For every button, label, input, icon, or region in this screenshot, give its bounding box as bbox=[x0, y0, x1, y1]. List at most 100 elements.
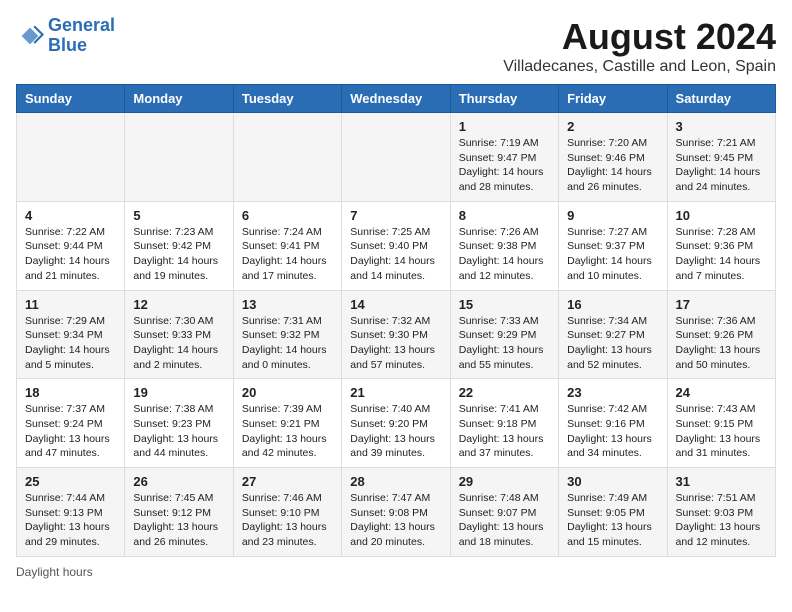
day-cell: 15 Sunrise: 7:33 AM Sunset: 9:29 PM Dayli… bbox=[450, 290, 558, 379]
day-cell: 1 Sunrise: 7:19 AM Sunset: 9:47 PM Daylig… bbox=[450, 113, 558, 202]
day-number: 14 bbox=[350, 297, 441, 312]
day-number: 30 bbox=[567, 474, 658, 489]
day-info: Sunrise: 7:27 AM Sunset: 9:37 PM Dayligh… bbox=[567, 225, 658, 284]
day-cell: 27Sunrise: 7:46 AM Sunset: 9:10 PM Dayli… bbox=[233, 468, 341, 557]
day-info: Sunrise: 7:28 AM Sunset: 9:36 PM Dayligh… bbox=[676, 225, 767, 284]
day-cell: 11 Sunrise: 7:29 AM Sunset: 9:34 PM Dayli… bbox=[17, 290, 125, 379]
location: Villadecanes, Castille and Leon, Spain bbox=[503, 58, 776, 76]
day-info: Sunrise: 7:39 AM Sunset: 9:21 PM Dayligh… bbox=[242, 402, 333, 461]
day-cell bbox=[125, 113, 233, 202]
day-number: 10 bbox=[676, 208, 767, 223]
header-row: SundayMondayTuesdayWednesdayThursdayFrid… bbox=[17, 85, 776, 113]
day-info: Sunrise: 7:22 AM Sunset: 9:44 PM Dayligh… bbox=[25, 225, 116, 284]
logo: GeneralBlue bbox=[16, 16, 115, 56]
day-cell: 16 Sunrise: 7:34 AM Sunset: 9:27 PM Dayli… bbox=[559, 290, 667, 379]
day-info: Sunrise: 7:20 AM Sunset: 9:46 PM Dayligh… bbox=[567, 136, 658, 195]
day-info: Sunrise: 7:19 AM Sunset: 9:47 PM Dayligh… bbox=[459, 136, 550, 195]
day-cell: 10 Sunrise: 7:28 AM Sunset: 9:36 PM Dayli… bbox=[667, 201, 775, 290]
day-cell: 23 Sunrise: 7:42 AM Sunset: 9:16 PM Dayli… bbox=[559, 379, 667, 468]
title-area: August 2024 Villadecanes, Castille and L… bbox=[503, 16, 776, 76]
day-number: 24 bbox=[676, 385, 767, 400]
day-cell: 5 Sunrise: 7:23 AM Sunset: 9:42 PM Daylig… bbox=[125, 201, 233, 290]
day-info: Sunrise: 7:47 AM Sunset: 9:08 PM Dayligh… bbox=[350, 491, 441, 550]
day-cell: 28 Sunrise: 7:47 AM Sunset: 9:08 PM Dayli… bbox=[342, 468, 450, 557]
week-row-2: 4Sunrise: 7:22 AM Sunset: 9:44 PM Daylig… bbox=[17, 201, 776, 290]
day-info: Sunrise: 7:38 AM Sunset: 9:23 PM Dayligh… bbox=[133, 402, 224, 461]
day-info: Sunrise: 7:26 AM Sunset: 9:38 PM Dayligh… bbox=[459, 225, 550, 284]
day-cell: 21Sunrise: 7:40 AM Sunset: 9:20 PM Dayli… bbox=[342, 379, 450, 468]
day-info: Sunrise: 7:42 AM Sunset: 9:16 PM Dayligh… bbox=[567, 402, 658, 461]
day-info: Sunrise: 7:32 AM Sunset: 9:30 PM Dayligh… bbox=[350, 314, 441, 373]
day-info: Sunrise: 7:23 AM Sunset: 9:42 PM Dayligh… bbox=[133, 225, 224, 284]
day-number: 28 bbox=[350, 474, 441, 489]
column-header-saturday: Saturday bbox=[667, 85, 775, 113]
day-info: Sunrise: 7:44 AM Sunset: 9:13 PM Dayligh… bbox=[25, 491, 116, 550]
day-number: 7 bbox=[350, 208, 441, 223]
day-number: 23 bbox=[567, 385, 658, 400]
week-row-1: 1 Sunrise: 7:19 AM Sunset: 9:47 PM Daylig… bbox=[17, 113, 776, 202]
logo-icon bbox=[16, 22, 44, 50]
day-number: 1 bbox=[459, 119, 550, 134]
day-cell: 6Sunrise: 7:24 AM Sunset: 9:41 PM Daylig… bbox=[233, 201, 341, 290]
day-cell: 18Sunrise: 7:37 AM Sunset: 9:24 PM Dayli… bbox=[17, 379, 125, 468]
day-info: Sunrise: 7:46 AM Sunset: 9:10 PM Dayligh… bbox=[242, 491, 333, 550]
day-number: 5 bbox=[133, 208, 224, 223]
column-header-thursday: Thursday bbox=[450, 85, 558, 113]
daylight-label: Daylight hours bbox=[16, 565, 93, 579]
day-info: Sunrise: 7:29 AM Sunset: 9:34 PM Dayligh… bbox=[25, 314, 116, 373]
column-header-wednesday: Wednesday bbox=[342, 85, 450, 113]
day-cell: 3Sunrise: 7:21 AM Sunset: 9:45 PM Daylig… bbox=[667, 113, 775, 202]
day-cell: 4Sunrise: 7:22 AM Sunset: 9:44 PM Daylig… bbox=[17, 201, 125, 290]
day-cell: 14 Sunrise: 7:32 AM Sunset: 9:30 PM Dayli… bbox=[342, 290, 450, 379]
day-number: 12 bbox=[133, 297, 224, 312]
column-header-tuesday: Tuesday bbox=[233, 85, 341, 113]
day-info: Sunrise: 7:45 AM Sunset: 9:12 PM Dayligh… bbox=[133, 491, 224, 550]
day-number: 2 bbox=[567, 119, 658, 134]
day-cell: 29Sunrise: 7:48 AM Sunset: 9:07 PM Dayli… bbox=[450, 468, 558, 557]
header: GeneralBlue August 2024 Villadecanes, Ca… bbox=[16, 16, 776, 76]
day-cell: 26Sunrise: 7:45 AM Sunset: 9:12 PM Dayli… bbox=[125, 468, 233, 557]
day-number: 19 bbox=[133, 385, 224, 400]
day-number: 3 bbox=[676, 119, 767, 134]
column-header-monday: Monday bbox=[125, 85, 233, 113]
day-cell bbox=[233, 113, 341, 202]
day-cell: 8 Sunrise: 7:26 AM Sunset: 9:38 PM Daylig… bbox=[450, 201, 558, 290]
day-info: Sunrise: 7:40 AM Sunset: 9:20 PM Dayligh… bbox=[350, 402, 441, 461]
logo-blue: Blue bbox=[48, 35, 87, 55]
day-cell: 24 Sunrise: 7:43 AM Sunset: 9:15 PM Dayli… bbox=[667, 379, 775, 468]
day-number: 8 bbox=[459, 208, 550, 223]
footer: Daylight hours bbox=[16, 565, 776, 579]
day-cell: 12Sunrise: 7:30 AM Sunset: 9:33 PM Dayli… bbox=[125, 290, 233, 379]
day-number: 22 bbox=[459, 385, 550, 400]
day-cell: 20 Sunrise: 7:39 AM Sunset: 9:21 PM Dayli… bbox=[233, 379, 341, 468]
column-header-sunday: Sunday bbox=[17, 85, 125, 113]
day-number: 13 bbox=[242, 297, 333, 312]
day-number: 17 bbox=[676, 297, 767, 312]
day-cell: 13 Sunrise: 7:31 AM Sunset: 9:32 PM Dayli… bbox=[233, 290, 341, 379]
day-info: Sunrise: 7:34 AM Sunset: 9:27 PM Dayligh… bbox=[567, 314, 658, 373]
day-number: 11 bbox=[25, 297, 116, 312]
day-number: 20 bbox=[242, 385, 333, 400]
day-info: Sunrise: 7:43 AM Sunset: 9:15 PM Dayligh… bbox=[676, 402, 767, 461]
day-info: Sunrise: 7:33 AM Sunset: 9:29 PM Dayligh… bbox=[459, 314, 550, 373]
logo-general: General bbox=[48, 15, 115, 35]
day-number: 18 bbox=[25, 385, 116, 400]
day-cell: 30Sunrise: 7:49 AM Sunset: 9:05 PM Dayli… bbox=[559, 468, 667, 557]
day-cell: 22 Sunrise: 7:41 AM Sunset: 9:18 PM Dayli… bbox=[450, 379, 558, 468]
day-cell bbox=[342, 113, 450, 202]
page-container: GeneralBlue August 2024 Villadecanes, Ca… bbox=[16, 16, 776, 579]
day-cell: 7Sunrise: 7:25 AM Sunset: 9:40 PM Daylig… bbox=[342, 201, 450, 290]
day-info: Sunrise: 7:41 AM Sunset: 9:18 PM Dayligh… bbox=[459, 402, 550, 461]
day-number: 6 bbox=[242, 208, 333, 223]
day-cell: 2 Sunrise: 7:20 AM Sunset: 9:46 PM Daylig… bbox=[559, 113, 667, 202]
calendar-table: SundayMondayTuesdayWednesdayThursdayFrid… bbox=[16, 84, 776, 557]
week-row-4: 18Sunrise: 7:37 AM Sunset: 9:24 PM Dayli… bbox=[17, 379, 776, 468]
day-number: 16 bbox=[567, 297, 658, 312]
day-cell: 17Sunrise: 7:36 AM Sunset: 9:26 PM Dayli… bbox=[667, 290, 775, 379]
week-row-3: 11 Sunrise: 7:29 AM Sunset: 9:34 PM Dayli… bbox=[17, 290, 776, 379]
day-info: Sunrise: 7:31 AM Sunset: 9:32 PM Dayligh… bbox=[242, 314, 333, 373]
day-cell: 25Sunrise: 7:44 AM Sunset: 9:13 PM Dayli… bbox=[17, 468, 125, 557]
day-info: Sunrise: 7:48 AM Sunset: 9:07 PM Dayligh… bbox=[459, 491, 550, 550]
day-info: Sunrise: 7:51 AM Sunset: 9:03 PM Dayligh… bbox=[676, 491, 767, 550]
day-number: 15 bbox=[459, 297, 550, 312]
